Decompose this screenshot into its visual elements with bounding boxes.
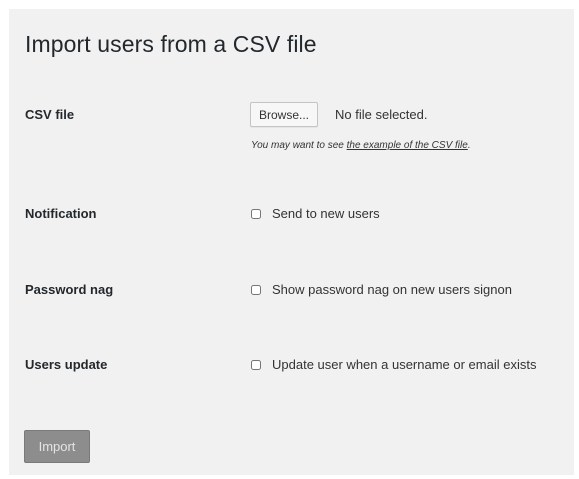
csv-example-link[interactable]: the example of the CSV file [347,140,468,151]
send-to-new-users-checkbox[interactable] [251,208,261,219]
notification-option[interactable]: Send to new users [251,206,380,221]
browse-button[interactable]: Browse... [250,102,319,127]
password-nag-option[interactable]: Show password nag on new users signon [251,282,512,297]
csv-file-label: CSV file [25,107,75,122]
hint-prefix: You may want to see [251,140,347,151]
send-to-new-users-label: Send to new users [272,206,380,221]
password-nag-label: Password nag [25,282,114,297]
import-button[interactable]: Import [24,430,90,463]
import-form-panel: Import users from a CSV file CSV file Br… [9,9,574,475]
notification-label: Notification [25,206,97,221]
csv-example-hint: You may want to see the example of the C… [251,140,471,151]
password-nag-checkbox[interactable] [251,284,261,295]
file-status-text: No file selected. [335,107,428,122]
update-user-label: Update user when a username or email exi… [272,357,537,372]
password-nag-option-label: Show password nag on new users signon [272,282,512,297]
page-title: Import users from a CSV file [25,31,317,57]
update-user-checkbox[interactable] [251,359,261,370]
users-update-option[interactable]: Update user when a username or email exi… [251,357,536,372]
users-update-label: Users update [25,357,108,372]
hint-suffix: . [467,140,471,151]
